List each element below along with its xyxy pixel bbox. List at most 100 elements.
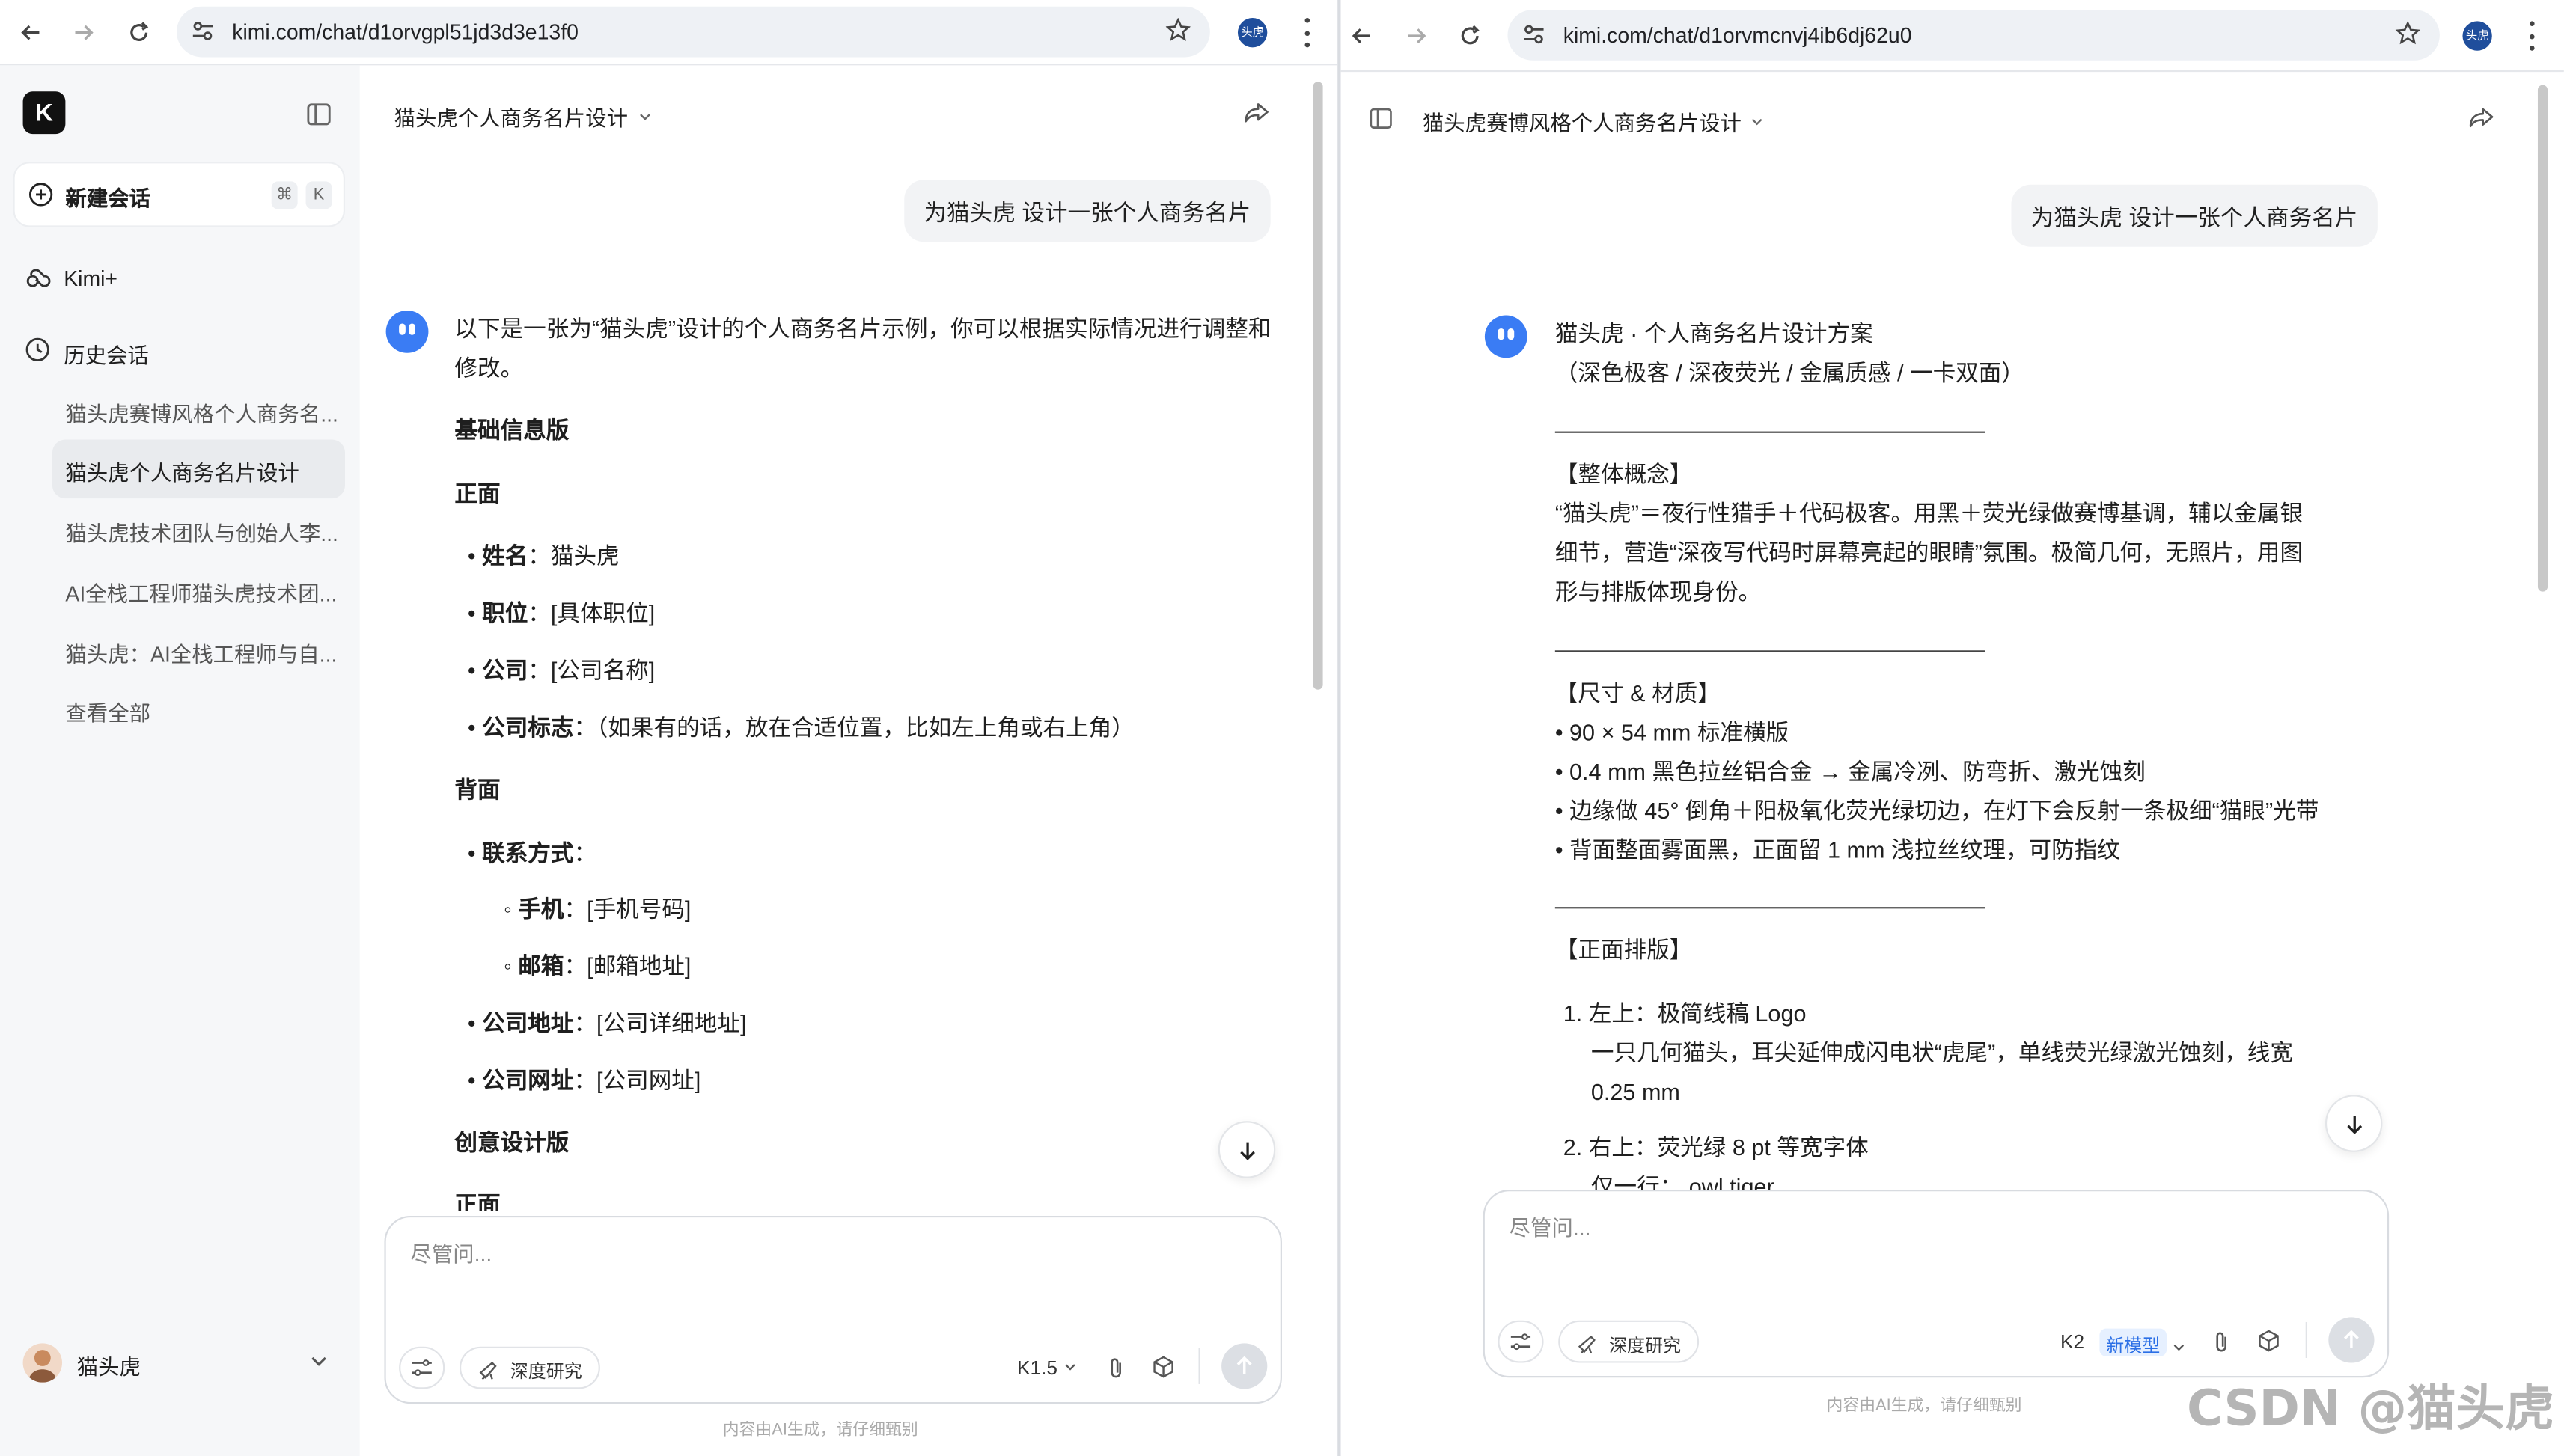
user-message-bubble: 为猫头虎 设计一张个人商务名片 bbox=[904, 180, 1271, 242]
reload-icon[interactable] bbox=[1453, 19, 1486, 52]
attachment-icon[interactable] bbox=[1105, 1356, 1126, 1389]
list-item: • 联系方式： bbox=[467, 839, 597, 866]
sidebar-item-history[interactable]: 历史会话 bbox=[13, 327, 345, 373]
scrollbar[interactable] bbox=[2537, 85, 2548, 592]
view-all-link[interactable]: 查看全部 bbox=[52, 680, 345, 739]
section-heading: 【整体概念】 bbox=[1554, 460, 1693, 487]
back-icon[interactable] bbox=[15, 16, 48, 49]
user-name: 猫头虎 bbox=[76, 1354, 141, 1380]
sidebar-item-kimi-plus[interactable]: Kimi+ bbox=[13, 255, 345, 301]
deep-research-label: 深度研究 bbox=[510, 1362, 582, 1383]
browser-menu-icon[interactable] bbox=[1301, 18, 1311, 48]
list-item-value: ：[手机号码] bbox=[564, 895, 692, 922]
sidebar-toggle-icon[interactable] bbox=[306, 101, 332, 135]
list-item-key: 公司网址 bbox=[482, 1067, 574, 1094]
clock-icon bbox=[25, 337, 51, 371]
reload-icon[interactable] bbox=[123, 16, 156, 49]
address-bar[interactable]: kimi.com/chat/d1orvgpl51jd3d3e13f0 bbox=[176, 6, 1210, 58]
send-button[interactable] bbox=[1221, 1343, 1268, 1389]
list-item: • 职位：[具体职位] bbox=[467, 599, 656, 626]
list-item-value: ：[邮箱地址] bbox=[564, 952, 692, 979]
profile-avatar[interactable]: 头虎 bbox=[2462, 21, 2492, 51]
deep-research-button[interactable]: 深度研究 bbox=[459, 1346, 600, 1389]
chevron-down-icon[interactable] bbox=[2172, 1333, 2187, 1362]
input-placeholder: 尽管问... bbox=[410, 1241, 492, 1267]
deep-research-label: 深度研究 bbox=[1608, 1336, 1682, 1356]
browser-window-left: kimi.com/chat/d1orvgpl51jd3d3e13f0 头虎 K … bbox=[0, 0, 1338, 1456]
ai-disclaimer: 内容由AI生成，请仔细甄别 bbox=[1826, 1397, 2022, 1416]
section-heading: 创意设计版 bbox=[454, 1129, 570, 1156]
tools-icon[interactable] bbox=[399, 1346, 445, 1389]
chevron-down-icon[interactable] bbox=[636, 105, 654, 134]
kimi-plus-label: Kimi+ bbox=[64, 266, 118, 291]
item-detail: 一只几何猫头，耳尖延伸成闪电状“虎尾”，单线荧光绿激光蚀刻，线宽 bbox=[1590, 1039, 2293, 1066]
chevron-down-icon[interactable] bbox=[1748, 109, 1766, 138]
telescope-icon bbox=[1576, 1332, 1597, 1358]
list-item-value: ：猫头虎 bbox=[528, 542, 620, 569]
ordered-item: 1. 左上：极简线稿 Logo bbox=[1563, 997, 1807, 1030]
watermark: CSDN @猫头虎 bbox=[2186, 1380, 2554, 1439]
model-selector[interactable]: K1.5 bbox=[1017, 1356, 1078, 1379]
divider-line bbox=[1554, 907, 1985, 909]
history-item[interactable]: AI全栈工程师猫头虎技术团... bbox=[52, 560, 345, 620]
divider-line bbox=[1554, 650, 1985, 652]
forward-icon[interactable] bbox=[1399, 19, 1432, 52]
list-item: • 公司地址：[公司详细地址] bbox=[467, 1009, 747, 1036]
history-item[interactable]: 猫头虎：AI全栈工程师与自... bbox=[52, 621, 345, 680]
list-item-value: ： bbox=[573, 839, 597, 866]
chat-title[interactable]: 猫头虎赛博风格个人商务名片设计 bbox=[1423, 106, 1742, 137]
list-item-key: 联系方式 bbox=[482, 839, 574, 866]
paragraph-line: “猫头虎”＝夜行性猎手＋代码极客。用黑＋荧光绿做赛博基调，辅以金属银 bbox=[1554, 500, 2304, 527]
scrollbar[interactable] bbox=[1313, 82, 1323, 690]
chat-input[interactable]: 尽管问... 深度研究 K2 新模型 bbox=[1483, 1190, 2390, 1378]
model-name[interactable]: K2 bbox=[2060, 1330, 2084, 1353]
item-title: 左上：极简线稿 Logo bbox=[1588, 1000, 1807, 1027]
attachment-icon[interactable] bbox=[2211, 1330, 2232, 1363]
list-item-value: ：[公司详细地址] bbox=[573, 1009, 747, 1036]
user-message-bubble: 为猫头虎 设计一张个人商务名片 bbox=[2011, 184, 2378, 247]
cube-icon[interactable] bbox=[1151, 1355, 1176, 1388]
share-icon[interactable] bbox=[1243, 100, 1271, 135]
paragraph-line: • 0.4 mm 黑色拉丝铝合金 → 金属冷冽、防弯折、激光蚀刻 bbox=[1554, 758, 2146, 785]
answer-title: 猫头虎 · 个人商务名片设计方案 bbox=[1554, 320, 1873, 347]
bookmark-star-icon[interactable] bbox=[2395, 20, 2421, 54]
back-icon[interactable] bbox=[1346, 19, 1379, 52]
tools-icon[interactable] bbox=[1498, 1320, 1544, 1363]
divider bbox=[2305, 1321, 2307, 1358]
list-item-value: ：（如果有的话，放在合适位置，比如左上角或右上角） bbox=[573, 714, 1135, 741]
plus-circle-icon bbox=[28, 181, 54, 215]
site-settings-icon[interactable] bbox=[192, 19, 215, 50]
profile-avatar[interactable]: 头虎 bbox=[1237, 18, 1268, 48]
chat-input[interactable]: 尽管问... 深度研究 K1.5 bbox=[384, 1215, 1282, 1404]
share-icon[interactable] bbox=[2467, 105, 2495, 141]
cube-icon[interactable] bbox=[2256, 1329, 2281, 1362]
kimi-bot-avatar bbox=[1484, 315, 1527, 358]
history-item[interactable]: 猫头虎技术团队与创始人李... bbox=[52, 500, 345, 559]
history-item[interactable]: 猫头虎赛博风格个人商务名... bbox=[52, 381, 345, 440]
new-chat-button[interactable]: 新建会话 ⌘ K bbox=[13, 162, 346, 227]
deep-research-button[interactable]: 深度研究 bbox=[1558, 1320, 1700, 1363]
list-item-value: ：[公司名称] bbox=[528, 657, 656, 683]
paragraph-line: 细节，营造“深夜写代码时屏幕亮起的眼睛”氛围。极简几何，无照片，用图 bbox=[1554, 539, 2304, 566]
shortcut-k: K bbox=[305, 181, 332, 209]
sidebar-toggle-icon[interactable] bbox=[1369, 106, 1394, 139]
list-item-key: 公司 bbox=[482, 657, 528, 683]
scroll-to-bottom-button[interactable] bbox=[1218, 1121, 1276, 1178]
scroll-to-bottom-button[interactable] bbox=[2325, 1095, 2383, 1152]
user-menu[interactable]: 猫头虎 bbox=[22, 1343, 350, 1383]
list-item: • 公司网址：[公司网址] bbox=[467, 1067, 701, 1094]
chat-title[interactable]: 猫头虎个人商务名片设计 bbox=[394, 101, 628, 132]
browser-menu-icon[interactable] bbox=[2527, 21, 2536, 51]
list-item-key: 公司地址 bbox=[482, 1009, 574, 1036]
forward-icon[interactable] bbox=[67, 16, 100, 49]
item-number: 2. bbox=[1563, 1134, 1583, 1160]
send-button[interactable] bbox=[2328, 1317, 2375, 1363]
site-settings-icon[interactable] bbox=[1522, 23, 1545, 54]
sub-list-item: ◦ 手机：[手机号码] bbox=[503, 895, 692, 922]
kimi-logo[interactable]: K bbox=[22, 91, 66, 135]
section-heading: 【尺寸 & 材质】 bbox=[1554, 679, 1721, 706]
history-item-active[interactable]: 猫头虎个人商务名片设计 bbox=[52, 439, 346, 499]
address-bar[interactable]: kimi.com/chat/d1orvmcnvj4ib6dj62u0 bbox=[1507, 10, 2440, 61]
bookmark-star-icon[interactable] bbox=[1165, 17, 1191, 51]
sub-list-item: ◦ 邮箱：[邮箱地址] bbox=[503, 952, 692, 979]
